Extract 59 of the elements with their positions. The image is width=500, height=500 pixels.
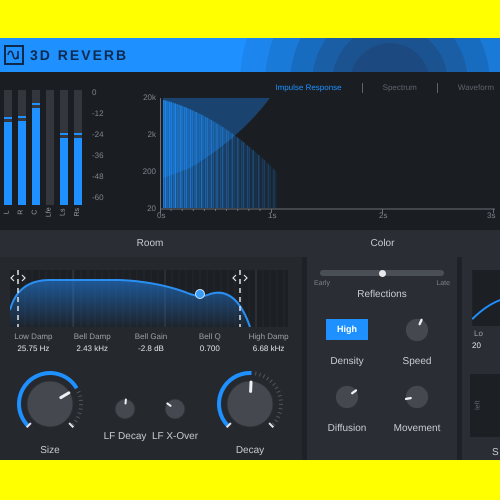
slider-thumb[interactable]	[378, 270, 386, 276]
axis-label: 2k	[148, 130, 156, 140]
axis-label: 0s	[157, 211, 166, 221]
knob-label: Movement	[394, 422, 440, 436]
knob-label: Density	[330, 354, 364, 368]
section-title: Color	[370, 237, 394, 251]
slider-label: Reflections	[357, 288, 407, 302]
scale-label: -36	[92, 150, 105, 162]
scale-label: 0	[92, 87, 98, 99]
view-tab[interactable]: Waveform	[458, 82, 494, 94]
band-value: 0.700	[200, 343, 220, 355]
band-marker[interactable]	[239, 270, 241, 327]
left-chevron-icon[interactable]	[232, 274, 236, 282]
eq-graph[interactable]	[10, 270, 288, 327]
band-name: Lo	[474, 328, 484, 340]
scale-label: -48	[92, 171, 105, 183]
knob[interactable]	[403, 316, 431, 344]
band-value: 20	[472, 340, 482, 352]
knob-label: Size	[40, 444, 60, 458]
view-tab[interactable]: Impulse Response	[275, 82, 342, 94]
reflections-slider[interactable]	[320, 270, 444, 276]
band-name: Bell Q	[198, 331, 221, 343]
density-button[interactable]: High	[326, 319, 368, 340]
band-name: Low Damp	[14, 331, 53, 343]
eq-graph[interactable]	[472, 270, 500, 326]
scale-label: -12	[92, 108, 105, 120]
plugin-title: 3D REVERB	[30, 46, 128, 64]
band-value: 2.43 kHz	[76, 343, 108, 355]
scale-label: -24	[92, 129, 105, 141]
axis-label: 20	[147, 204, 156, 214]
knob-label: Speed	[402, 354, 432, 368]
knob[interactable]	[163, 397, 187, 421]
band-value: -2.8 dB	[138, 343, 164, 355]
logo-icon	[4, 45, 24, 65]
axis-label: 3s	[487, 211, 496, 221]
axis-label: 2s	[379, 211, 388, 221]
band-name: High Damp	[248, 331, 289, 343]
left-chevron-icon[interactable]	[10, 274, 14, 282]
band-name: Bell Damp	[74, 331, 111, 343]
band-name: Bell Gain	[134, 331, 168, 343]
knob-label: LF Decay	[104, 430, 146, 444]
scale-label: -60	[92, 192, 105, 204]
band-value: 25.75 Hz	[17, 343, 50, 355]
section-title: Room	[136, 237, 164, 251]
knob[interactable]	[113, 397, 137, 421]
knob[interactable]	[333, 382, 361, 410]
axis-label: 1s	[268, 211, 276, 221]
right-chevron-icon[interactable]	[22, 274, 26, 282]
axis-label: 200	[142, 167, 156, 177]
knob[interactable]	[403, 382, 431, 410]
axis-label: 20k	[143, 93, 156, 103]
band-value: 6.68 kHz	[252, 343, 284, 355]
knob-label: LF X-Over	[152, 430, 198, 444]
knob-label: S	[492, 446, 500, 460]
knob-label: Decay	[236, 444, 264, 458]
right-chevron-icon[interactable]	[244, 274, 248, 282]
band-marker[interactable]	[17, 270, 19, 327]
knob-label: Diffusion	[328, 422, 366, 436]
view-tab[interactable]: Spectrum	[382, 82, 417, 94]
